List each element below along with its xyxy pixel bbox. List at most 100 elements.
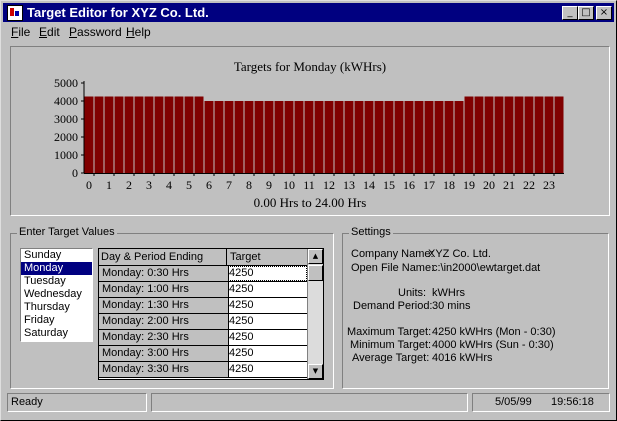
day-item-saturday[interactable]: Saturday xyxy=(21,327,92,340)
x-tick-label: 17 xyxy=(423,178,435,192)
menu-file[interactable]: File xyxy=(11,25,30,39)
menu-bar: File Edit Password Help xyxy=(3,23,614,41)
x-tick-label: 3 xyxy=(146,178,152,192)
title-bar[interactable]: Target Editor for XYZ Co. Ltd. _ □ × xyxy=(3,3,614,22)
period-cell: Monday: 1:00 Hrs xyxy=(99,282,229,297)
x-tick-label: 15 xyxy=(383,178,395,192)
x-tick-label: 21 xyxy=(503,178,515,192)
grid-scrollbar[interactable]: ▲ ▼ xyxy=(307,249,323,379)
units-label: Units: xyxy=(398,287,427,299)
x-tick-label: 11 xyxy=(303,178,315,192)
target-cell[interactable]: 4250 xyxy=(228,346,307,361)
app-icon[interactable] xyxy=(7,5,23,21)
chart-bar xyxy=(444,101,454,173)
y-tick-label: 4000 xyxy=(54,94,78,108)
chart-bar xyxy=(494,96,504,173)
x-tick-label: 13 xyxy=(343,178,355,192)
maximize-button[interactable]: □ xyxy=(578,6,594,20)
day-item-tuesday[interactable]: Tuesday xyxy=(21,275,92,288)
target-cell[interactable]: 4250 xyxy=(228,362,307,377)
chart-bar xyxy=(344,101,354,173)
x-tick-label: 23 xyxy=(543,178,555,192)
day-item-thursday[interactable]: Thursday xyxy=(21,301,92,314)
chart-bar xyxy=(114,96,124,173)
main-window: Target Editor for XYZ Co. Ltd. _ □ × Fil… xyxy=(0,0,617,421)
company-name-value: XYZ Co. Ltd. xyxy=(428,248,491,260)
y-tick-label: 5000 xyxy=(54,76,78,90)
table-row[interactable]: Monday: 3:00 Hrs 4250 xyxy=(99,346,307,362)
chart-bar xyxy=(464,96,474,173)
company-name-label: Company Name: xyxy=(351,248,434,260)
day-item-wednesday[interactable]: Wednesday xyxy=(21,288,92,301)
window-title: Target Editor for XYZ Co. Ltd. xyxy=(27,5,209,20)
scroll-thumb[interactable] xyxy=(308,265,323,281)
chart-bar xyxy=(474,96,484,173)
chart-bar xyxy=(214,101,224,173)
chart-bar xyxy=(284,101,294,173)
x-tick-label: 16 xyxy=(403,178,415,192)
day-item-sunday[interactable]: Sunday xyxy=(21,249,92,262)
chart-x-label: 0.00 Hrs to 24.00 Hrs xyxy=(253,195,367,210)
menu-edit[interactable]: Edit xyxy=(39,25,60,39)
x-tick-label: 2 xyxy=(126,178,132,192)
target-cell[interactable]: 4250 xyxy=(228,314,307,329)
table-row[interactable]: Monday: 1:30 Hrs 4250 xyxy=(99,298,307,314)
chart-bar xyxy=(234,101,244,173)
chart-bar xyxy=(434,101,444,173)
max-target-label: Maximum Target: xyxy=(347,326,432,338)
status-datetime: 5/05/99 19:56:18 xyxy=(472,393,610,412)
header-separator xyxy=(226,249,227,265)
chart-bar xyxy=(104,96,114,173)
x-tick-label: 4 xyxy=(166,178,172,192)
min-target-label: Minimum Target: xyxy=(350,339,432,351)
target-cell[interactable]: 4250 xyxy=(228,266,307,281)
table-row[interactable]: Monday: 2:30 Hrs 4250 xyxy=(99,330,307,346)
target-cell[interactable]: 4250 xyxy=(228,330,307,345)
x-tick-label: 1 xyxy=(106,178,112,192)
units-value: kWHrs xyxy=(432,287,465,299)
chart-bar xyxy=(304,101,314,173)
day-item-friday[interactable]: Friday xyxy=(21,314,92,327)
chart-bar xyxy=(484,96,494,173)
header-target[interactable]: Target xyxy=(230,251,261,263)
x-tick-label: 19 xyxy=(463,178,475,192)
target-grid[interactable]: Day & Period Ending Target Monday: 0:30 … xyxy=(98,248,324,380)
y-tick-label: 0 xyxy=(72,166,78,180)
avg-target-label: Average Target: xyxy=(352,352,430,364)
table-row[interactable]: Monday: 3:30 Hrs 4250 xyxy=(99,362,307,378)
table-row[interactable]: Monday: 0:30 Hrs 4250 xyxy=(99,266,307,282)
minimize-button[interactable]: _ xyxy=(562,6,578,20)
scroll-up-icon[interactable]: ▲ xyxy=(308,249,323,264)
x-tick-label: 7 xyxy=(226,178,232,192)
chart-bar xyxy=(414,101,424,173)
day-listbox[interactable]: Sunday Monday Tuesday Wednesday Thursday Frid… xyxy=(20,248,93,342)
menu-password[interactable]: Password xyxy=(69,25,122,39)
day-item-monday[interactable]: Monday xyxy=(21,262,92,275)
min-target-value: 4000 kWHrs (Sun - 0:30) xyxy=(432,339,554,351)
chart-bar xyxy=(324,101,334,173)
chart-bar xyxy=(374,101,384,173)
chart-bar xyxy=(314,101,324,173)
chart-bar xyxy=(164,96,174,173)
target-cell[interactable]: 4250 xyxy=(228,298,307,313)
chart-bar xyxy=(134,96,144,173)
scroll-down-icon[interactable]: ▼ xyxy=(308,364,323,379)
chart-bar xyxy=(334,101,344,173)
period-cell: Monday: 3:30 Hrs xyxy=(99,362,229,377)
status-text: Ready xyxy=(11,396,43,408)
demand-period-value: 30 mins xyxy=(432,300,471,312)
chart-bar xyxy=(294,101,304,173)
menu-help[interactable]: Help xyxy=(126,25,151,39)
status-ready: Ready xyxy=(7,393,147,412)
header-period[interactable]: Day & Period Ending xyxy=(101,251,203,263)
chart-bar xyxy=(124,96,134,173)
table-row[interactable]: Monday: 2:00 Hrs 4250 xyxy=(99,314,307,330)
status-time: 19:56:18 xyxy=(551,396,594,408)
close-button[interactable]: × xyxy=(596,6,612,20)
y-tick-label: 2000 xyxy=(54,130,78,144)
target-cell[interactable]: 4250 xyxy=(228,282,307,297)
chart-bar xyxy=(514,96,524,173)
chart-bar xyxy=(194,96,204,173)
table-row[interactable]: Monday: 1:00 Hrs 4250 xyxy=(99,282,307,298)
chart-bar xyxy=(364,101,374,173)
